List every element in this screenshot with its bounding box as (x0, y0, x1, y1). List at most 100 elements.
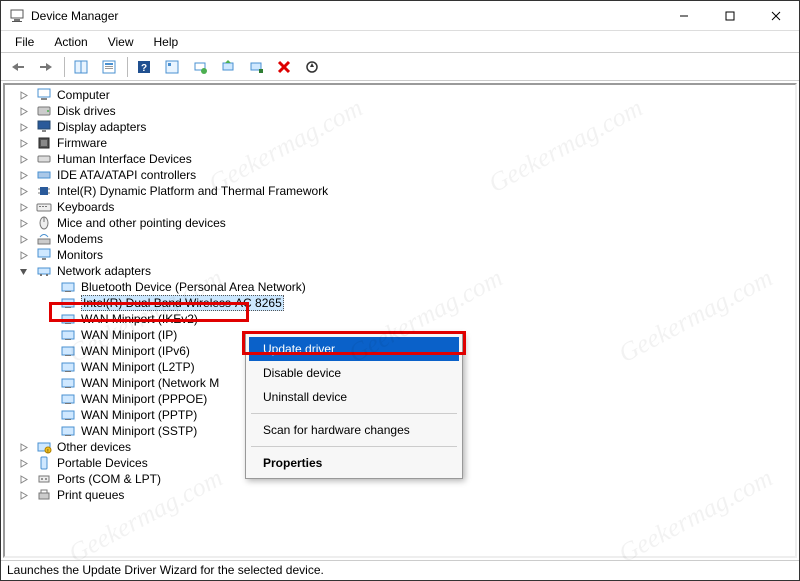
chevron-right-icon[interactable] (17, 185, 29, 197)
tree-device[interactable]: Intel(R) Dual Band Wireless-AC 8265 (11, 295, 795, 311)
tree-category[interactable]: Intel(R) Dynamic Platform and Thermal Fr… (11, 183, 795, 199)
menu-action[interactable]: Action (46, 33, 95, 51)
chevron-right-icon[interactable] (17, 441, 29, 453)
tree-category[interactable]: IDE ATA/ATAPI controllers (11, 167, 795, 183)
tree-category[interactable]: Display adapters (11, 119, 795, 135)
forward-button[interactable] (33, 55, 59, 79)
tree-category-label: Firmware (57, 136, 107, 150)
chevron-right-icon[interactable] (17, 153, 29, 165)
tree-category[interactable]: Firmware (11, 135, 795, 151)
modem-icon (35, 232, 53, 246)
tool-scan[interactable] (187, 55, 213, 79)
context-menu-item[interactable]: Scan for hardware changes (249, 418, 459, 442)
chevron-right-icon[interactable] (17, 489, 29, 501)
context-menu-separator (251, 446, 457, 447)
tree-category-label: Print queues (57, 488, 124, 502)
tree-category[interactable]: Monitors (11, 247, 795, 263)
tool-uninstall[interactable] (243, 55, 269, 79)
net-dev-icon (59, 328, 77, 342)
maximize-button[interactable] (707, 1, 753, 31)
tree-category-label: Display adapters (57, 120, 146, 134)
chevron-right-icon[interactable] (17, 233, 29, 245)
tree-category-label: Intel(R) Dynamic Platform and Thermal Fr… (57, 184, 328, 198)
titlebar: Device Manager (1, 1, 799, 31)
tree-category-label: Human Interface Devices (57, 152, 192, 166)
tree-category[interactable]: Human Interface Devices (11, 151, 795, 167)
tree-category[interactable]: Print queues (11, 487, 795, 503)
chevron-right-icon[interactable] (17, 137, 29, 149)
chevron-right-icon[interactable] (17, 169, 29, 181)
menu-view[interactable]: View (100, 33, 142, 51)
firmware-icon (35, 136, 53, 150)
window-controls (661, 1, 799, 31)
tree-category[interactable]: Computer (11, 87, 795, 103)
chevron-right-icon[interactable] (17, 217, 29, 229)
tree-category[interactable]: Disk drives (11, 103, 795, 119)
net-dev-icon (59, 360, 77, 374)
tree-category-label: Network adapters (57, 264, 151, 278)
other-icon: ! (35, 440, 53, 454)
tree-device[interactable]: WAN Miniport (IKEv2) (11, 311, 795, 327)
toolbar-separator (64, 57, 65, 77)
chevron-right-icon[interactable] (17, 457, 29, 469)
hid-icon (35, 152, 53, 166)
net-dev-icon (59, 408, 77, 422)
tree-device[interactable]: Bluetooth Device (Personal Area Network) (11, 279, 795, 295)
tree-device-label: WAN Miniport (PPPOE) (81, 392, 207, 406)
tree-category-label: Modems (57, 232, 103, 246)
tree-device-label: WAN Miniport (L2TP) (81, 360, 195, 374)
net-dev-icon (59, 392, 77, 406)
minimize-button[interactable] (661, 1, 707, 31)
net-dev-icon (59, 296, 77, 310)
tree-device-label: WAN Miniport (Network M (81, 376, 219, 390)
tool-disable[interactable] (271, 55, 297, 79)
tool-properties[interactable] (96, 55, 122, 79)
tree-category[interactable]: Modems (11, 231, 795, 247)
network-icon (35, 264, 53, 278)
menu-file[interactable]: File (7, 33, 42, 51)
tree-device-label: WAN Miniport (IKEv2) (81, 312, 198, 326)
tree-device-label: WAN Miniport (PPTP) (81, 408, 197, 422)
net-dev-icon (59, 312, 77, 326)
tool-update-driver[interactable] (215, 55, 241, 79)
tree-category-label: IDE ATA/ATAPI controllers (57, 168, 196, 182)
tool-show-hidden[interactable] (68, 55, 94, 79)
tree-device-label: WAN Miniport (IP) (81, 328, 177, 342)
chevron-right-icon[interactable] (17, 201, 29, 213)
tree-device-label: WAN Miniport (IPv6) (81, 344, 190, 358)
tree-category[interactable]: Network adapters (11, 263, 795, 279)
context-menu: Update driverDisable deviceUninstall dev… (245, 333, 463, 479)
tool-help[interactable]: ? (131, 55, 157, 79)
chevron-right-icon[interactable] (17, 89, 29, 101)
chevron-down-icon[interactable] (17, 265, 29, 277)
net-dev-icon (59, 424, 77, 438)
tree-category-label: Portable Devices (57, 456, 148, 470)
context-menu-item[interactable]: Uninstall device (249, 385, 459, 409)
context-menu-item[interactable]: Properties (249, 451, 459, 475)
ide-icon (35, 168, 53, 182)
context-menu-item[interactable]: Disable device (249, 361, 459, 385)
context-menu-separator (251, 413, 457, 414)
tree-category-label: Mice and other pointing devices (57, 216, 226, 230)
context-menu-item[interactable]: Update driver (249, 337, 459, 361)
chevron-right-icon[interactable] (17, 105, 29, 117)
tree-device-label: Bluetooth Device (Personal Area Network) (81, 280, 306, 294)
close-button[interactable] (753, 1, 799, 31)
menu-help[interactable]: Help (146, 33, 187, 51)
chip-icon (35, 184, 53, 198)
tool-action[interactable] (159, 55, 185, 79)
menubar: File Action View Help (1, 31, 799, 53)
tree-category[interactable]: Mice and other pointing devices (11, 215, 795, 231)
tree-category-label: Monitors (57, 248, 103, 262)
tool-scan-hardware[interactable] (299, 55, 325, 79)
device-tree[interactable]: ComputerDisk drivesDisplay adapters Firmw… (5, 85, 795, 556)
chevron-right-icon[interactable] (17, 121, 29, 133)
display-icon (35, 120, 53, 134)
svg-text:!: ! (47, 449, 48, 454)
statusbar: Launches the Update Driver Wizard for th… (1, 560, 799, 580)
toolbar-separator (127, 57, 128, 77)
chevron-right-icon[interactable] (17, 249, 29, 261)
chevron-right-icon[interactable] (17, 473, 29, 485)
back-button[interactable] (5, 55, 31, 79)
tree-category[interactable]: Keyboards (11, 199, 795, 215)
